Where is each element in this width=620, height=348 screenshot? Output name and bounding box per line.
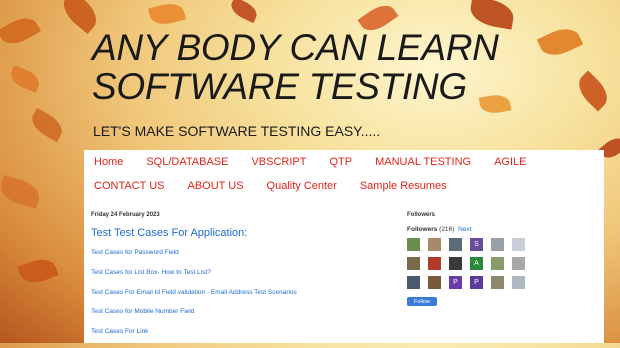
post-link-password-field[interactable]: Test Cases for Password Field xyxy=(91,249,391,256)
main-nav: Home SQL/DATABASE VBSCRIPT QTP MANUAL TE… xyxy=(84,150,604,198)
blog-title[interactable]: ANY BODY CAN LEARN SOFTWARE TESTING xyxy=(92,28,499,106)
post-link-mobile-number[interactable]: Test Cases for Mobile Number Field xyxy=(91,308,391,315)
nav-link-about-us[interactable]: ABOUT US xyxy=(188,180,244,192)
follower-avatar[interactable] xyxy=(491,238,504,251)
nav-row-1: Home SQL/DATABASE VBSCRIPT QTP MANUAL TE… xyxy=(84,150,604,174)
blog-title-line2[interactable]: SOFTWARE TESTING xyxy=(92,66,467,107)
follower-avatar[interactable] xyxy=(512,238,525,251)
nav-link-manual-testing[interactable]: MANUAL TESTING xyxy=(375,156,471,168)
nav-row-2: CONTACT US ABOUT US Quality Center Sampl… xyxy=(84,174,604,198)
nav-link-vbscript[interactable]: VBSCRIPT xyxy=(251,156,306,168)
post-title[interactable]: Test Test Cases For Application: xyxy=(91,227,391,239)
nav-link-contact-us[interactable]: CONTACT US xyxy=(94,180,165,192)
followers-count: Followers (216) Next xyxy=(407,226,597,233)
follower-avatar[interactable]: S xyxy=(470,238,483,251)
followers-heading: Followers xyxy=(407,212,436,218)
follower-avatar[interactable] xyxy=(491,276,504,289)
follower-avatar[interactable]: P xyxy=(470,276,483,289)
follower-avatar[interactable] xyxy=(449,257,462,270)
post-date: Friday 24 February 2023 xyxy=(91,212,160,218)
follower-avatar[interactable] xyxy=(428,257,441,270)
nav-link-agile[interactable]: AGILE xyxy=(494,156,526,168)
post-link-email-field[interactable]: Test Cases For Email Id Field validation… xyxy=(91,289,391,296)
nav-link-sql-database[interactable]: SQL/DATABASE xyxy=(146,156,228,168)
follower-avatar[interactable] xyxy=(407,238,420,251)
nav-link-sample-resumes[interactable]: Sample Resumes xyxy=(360,180,447,192)
follower-avatar[interactable] xyxy=(428,238,441,251)
post-link-link[interactable]: Test Cases For Link xyxy=(91,328,391,335)
blog-title-line1[interactable]: ANY BODY CAN LEARN xyxy=(92,27,499,68)
followers-next-link[interactable]: Next xyxy=(458,226,471,233)
followers-number: (216) xyxy=(439,226,455,233)
follow-button[interactable]: Follow xyxy=(407,297,437,306)
main-column: Friday 24 February 2023 Test Test Cases … xyxy=(91,212,391,348)
follower-avatar[interactable] xyxy=(449,238,462,251)
follower-avatar[interactable]: A xyxy=(470,257,483,270)
nav-link-home[interactable]: Home xyxy=(94,156,123,168)
content-area: Friday 24 February 2023 Test Test Cases … xyxy=(84,198,604,343)
blog-tagline: LET'S MAKE SOFTWARE TESTING EASY..... xyxy=(93,123,381,139)
follower-avatar[interactable] xyxy=(491,257,504,270)
post-link-list-box[interactable]: Test Cases for List Box- How to Test Lis… xyxy=(91,269,391,276)
follower-avatar[interactable] xyxy=(512,276,525,289)
nav-link-qtp[interactable]: QTP xyxy=(329,156,352,168)
follower-avatar[interactable] xyxy=(407,257,420,270)
follower-avatar[interactable] xyxy=(407,276,420,289)
follower-avatar[interactable]: P xyxy=(449,276,462,289)
follower-avatar[interactable] xyxy=(512,257,525,270)
sidebar: Followers Followers (216) Next S A P P F… xyxy=(407,212,597,306)
follower-avatar[interactable] xyxy=(428,276,441,289)
follower-avatars: S A P P xyxy=(407,238,597,289)
followers-label: Followers xyxy=(407,226,438,233)
nav-link-quality-center[interactable]: Quality Center xyxy=(267,180,337,192)
